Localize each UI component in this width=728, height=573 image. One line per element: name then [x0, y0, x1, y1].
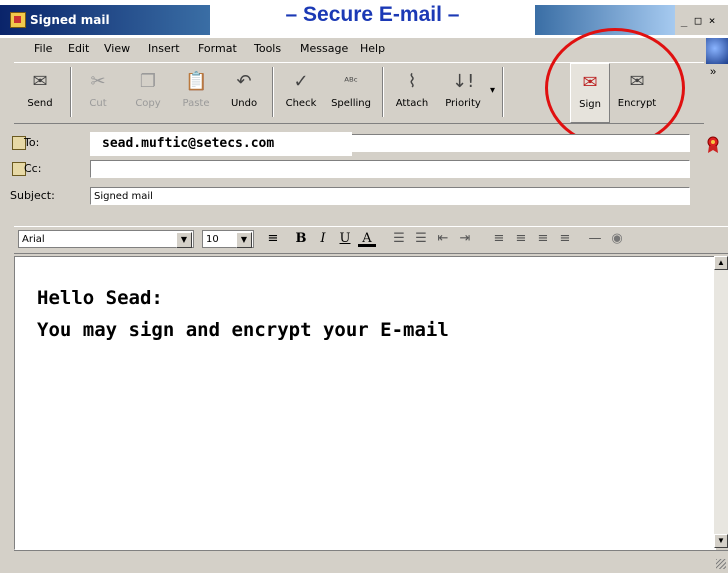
menu-view[interactable]: View — [104, 42, 130, 55]
spelling-icon: ᴬᴮᶜ — [344, 75, 358, 88]
resize-grip-icon[interactable] — [716, 559, 726, 569]
insert-link-icon[interactable]: ◉ — [608, 231, 626, 247]
send-button[interactable]: ✉ Send — [18, 63, 62, 121]
toolbar-separator — [382, 67, 384, 117]
subject-label: Subject: — [10, 189, 55, 202]
formatting-toolbar: Arial ▼ 10 ▼ ≡ B I U A ☰ ☰ ⇤ ⇥ ≡ ≡ ≡ ≡ —… — [14, 226, 728, 254]
menu-edit[interactable]: Edit — [68, 42, 89, 55]
underline-button[interactable]: U — [336, 231, 354, 247]
chevron-down-icon[interactable]: ▼ — [176, 232, 192, 248]
cut-button[interactable]: ✂ Cut — [76, 63, 120, 121]
increase-indent-icon[interactable]: ⇥ — [456, 231, 474, 247]
subject-row: Subject: Signed mail — [0, 185, 728, 207]
attach-label: Attach — [395, 98, 429, 109]
secure-email-banner: – Secure E-mail – — [210, 0, 535, 30]
priority-button[interactable]: ↓! Priority — [438, 63, 488, 121]
check-label: Check — [285, 98, 317, 109]
undo-label: Undo — [230, 98, 258, 109]
spelling-button[interactable]: ᴬᴮᶜ Spelling — [326, 63, 376, 121]
copy-button[interactable]: ❐ Copy — [126, 63, 170, 121]
toolbar-more-icon[interactable]: » — [710, 66, 716, 78]
window-controls: _ □ × — [675, 5, 728, 35]
menu-file[interactable]: File — [34, 42, 52, 55]
paste-icon: 📋 — [185, 71, 208, 92]
scissors-icon: ✂ — [90, 71, 106, 92]
toolbar-separator — [272, 67, 274, 117]
menu-insert[interactable]: Insert — [148, 42, 180, 55]
mail-window: Signed mail – Secure E-mail – _ □ × File… — [0, 0, 728, 573]
attach-button[interactable]: ⌇ Attach — [388, 63, 436, 121]
horizontal-line-icon[interactable]: — — [586, 231, 604, 247]
cc-row: Cc: — [0, 158, 728, 180]
close-icon[interactable]: × — [705, 15, 719, 29]
menu-message[interactable]: Message — [300, 42, 348, 55]
menu-format[interactable]: Format — [198, 42, 237, 55]
menu-tools[interactable]: Tools — [254, 42, 281, 55]
align-center-icon[interactable]: ≡ — [512, 231, 530, 247]
scroll-up-icon[interactable]: ▲ — [714, 256, 728, 270]
spelling-label: Spelling — [331, 98, 371, 109]
menu-help[interactable]: Help — [360, 42, 385, 55]
mail-app-icon — [10, 12, 26, 28]
paste-button[interactable]: 📋 Paste — [174, 63, 218, 121]
check-names-icon: ✓ — [293, 71, 309, 92]
align-right-icon[interactable]: ≡ — [534, 231, 552, 247]
priority-label: Priority — [445, 98, 481, 109]
subject-field[interactable]: Signed mail — [90, 187, 690, 205]
copy-label: Copy — [135, 98, 161, 109]
justify-icon[interactable]: ≡ — [556, 231, 574, 247]
font-select[interactable]: Arial ▼ — [18, 230, 194, 248]
font-color-button[interactable]: A — [358, 231, 376, 247]
chevron-down-icon[interactable]: ▼ — [236, 232, 252, 248]
bullet-list-icon[interactable]: ☰ — [412, 231, 430, 247]
cc-label: Cc: — [24, 162, 42, 175]
check-names-button[interactable]: ✓ Check — [278, 63, 324, 121]
paste-label: Paste — [182, 98, 210, 109]
priority-dropdown-icon[interactable]: ▾ — [490, 85, 495, 96]
cut-label: Cut — [89, 98, 107, 109]
window-title: Signed mail — [30, 13, 110, 27]
font-size-value: 10 — [206, 234, 219, 245]
send-label: Send — [27, 98, 53, 109]
highlight-circle — [545, 28, 685, 148]
paperclip-icon: ⌇ — [407, 71, 417, 92]
body-line-message: You may sign and encrypt your E-mail — [37, 319, 449, 341]
priority-icon: ↓! — [452, 71, 475, 92]
send-icon: ✉ — [32, 71, 48, 92]
to-value[interactable]: sead.muftic@setecs.com — [90, 132, 352, 156]
status-bar — [14, 550, 728, 571]
to-label: To: — [24, 136, 40, 149]
toolbar-separator — [70, 67, 72, 117]
undo-icon: ↶ — [236, 71, 252, 92]
body-line-greeting: Hello Sead: — [37, 287, 163, 309]
font-size-select[interactable]: 10 ▼ — [202, 230, 254, 248]
copy-icon: ❐ — [139, 71, 157, 92]
message-body[interactable]: Hello Sead: You may sign and encrypt you… — [14, 256, 716, 550]
scroll-down-icon[interactable]: ▼ — [714, 534, 728, 548]
toolbar-separator — [502, 67, 504, 117]
italic-button[interactable]: I — [314, 231, 332, 247]
decrease-indent-icon[interactable]: ⇤ — [434, 231, 452, 247]
cc-field[interactable] — [90, 160, 690, 178]
undo-button[interactable]: ↶ Undo — [222, 63, 266, 121]
maximize-icon[interactable]: □ — [691, 15, 705, 29]
vertical-scrollbar[interactable]: ▲ ▼ — [714, 256, 728, 548]
paragraph-style-icon[interactable]: ≡ — [264, 231, 282, 247]
certificate-ribbon-icon — [706, 136, 720, 154]
font-value: Arial — [22, 234, 45, 245]
minimize-icon[interactable]: _ — [677, 15, 691, 29]
align-left-icon[interactable]: ≡ — [490, 231, 508, 247]
throbber-logo-icon — [706, 38, 728, 64]
bold-button[interactable]: B — [292, 231, 310, 247]
numbered-list-icon[interactable]: ☰ — [390, 231, 408, 247]
